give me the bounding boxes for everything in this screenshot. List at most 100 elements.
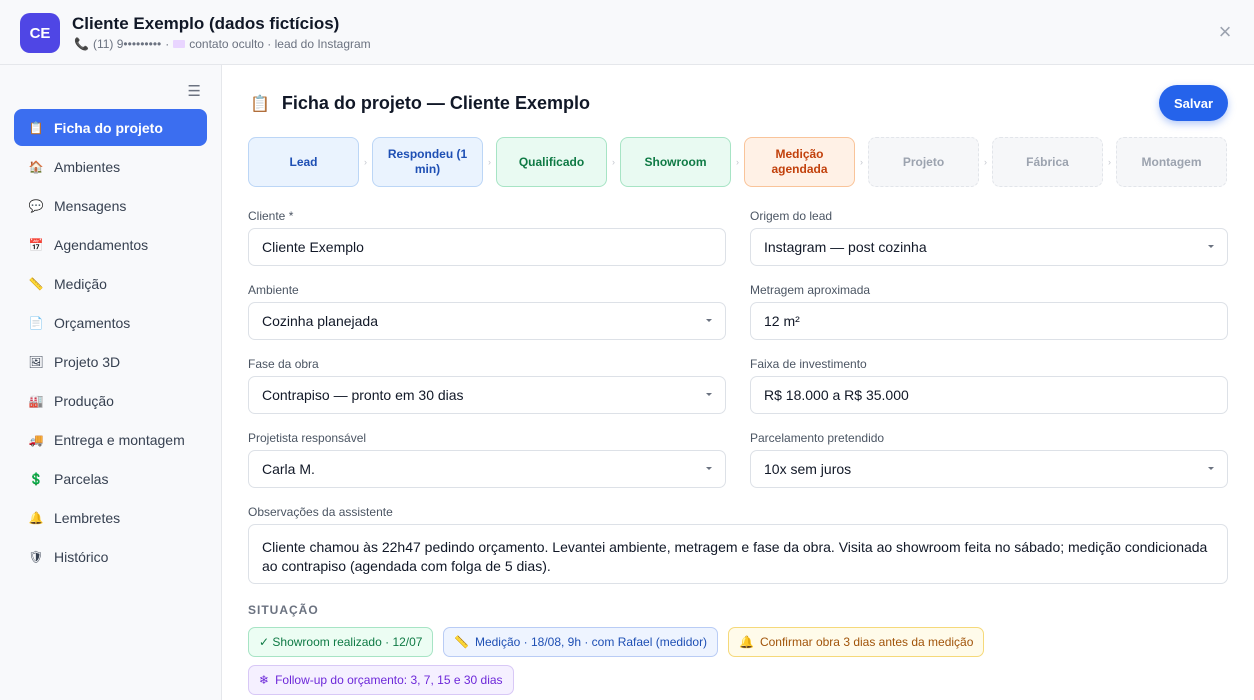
status-badge-follow-up: ❄ Follow-up do orçamento: 3, 7, 15 e 30 …	[248, 665, 514, 695]
chevron-right-icon: ›	[1108, 157, 1111, 167]
sidebar-item-label: Parcelas	[54, 470, 109, 487]
projetista-value: Carla M.	[262, 461, 315, 477]
stage-qualificado[interactable]: Qualificado	[496, 137, 607, 187]
sidebar-item-label: Medição	[54, 275, 107, 292]
bell-icon: 🔔	[28, 510, 44, 525]
modal-header: CE Cliente Exemplo (dados fictícios) 📞 (…	[0, 0, 1254, 65]
sidebar-item-entrega-e-montagem[interactable]: 🚚 Entrega e montagem	[14, 421, 207, 458]
page-title: 📋 Ficha do projeto — Cliente Exemplo	[250, 93, 590, 114]
chip-text: ✓ Showroom realizado · 12/07	[259, 635, 423, 649]
stage-medicao-agendada[interactable]: Medição agendada	[744, 137, 855, 187]
fase-value: Contrapiso — pronto em 30 dias	[262, 387, 464, 403]
metragem-label: Metragem aproximada	[750, 283, 871, 297]
chip-text: Confirmar obra 3 dias antes da medição	[759, 635, 974, 649]
cliente-input[interactable]: Cliente Exemplo	[248, 228, 726, 266]
client-subtitle: 📞 (11) 9••••••••• · contato oculto · lea…	[74, 37, 371, 51]
chevron-right-icon: ›	[364, 157, 367, 167]
chevron-right-icon: ›	[860, 157, 863, 167]
obs-textarea[interactable]: Cliente chamou às 22h47 pedindo orçament…	[248, 524, 1228, 584]
sidebar-item-label: Produção	[54, 392, 114, 409]
separator-dot: ·	[165, 37, 170, 51]
chevron-right-icon: ›	[736, 157, 739, 167]
main-content: 📋 Ficha do projeto — Cliente Exemplo Sal…	[222, 65, 1254, 700]
obs-label: Observações da assistente	[248, 505, 393, 519]
calendar-icon: 📅	[28, 237, 44, 252]
menu-icon[interactable]: ☰	[188, 82, 201, 100]
sidebar-item-orcamentos[interactable]: 📄 Orçamentos	[14, 304, 207, 341]
chevron-down-icon	[706, 467, 712, 470]
house-icon: 🏠	[28, 159, 44, 174]
close-icon[interactable]: ×	[1214, 21, 1236, 43]
parcelamento-label: Parcelamento pretendido	[750, 431, 885, 445]
ambiente-value: Cozinha planejada	[262, 313, 378, 329]
client-contact: contato oculto · lead do Instagram	[189, 37, 371, 51]
chevron-down-icon	[1208, 245, 1214, 248]
dollar-icon: 💲	[28, 471, 44, 486]
fase-select[interactable]: Contrapiso — pronto em 30 dias	[248, 376, 726, 414]
snowflake-icon: ❄	[259, 673, 270, 687]
parcelamento-select[interactable]: 10x sem juros	[750, 450, 1228, 488]
stage-showroom[interactable]: Showroom	[620, 137, 731, 187]
chevron-right-icon: ›	[488, 157, 491, 167]
avatar: CE	[20, 13, 60, 53]
sidebar-item-historico[interactable]: 🛡 Histórico	[14, 538, 207, 575]
sidebar-item-ambientes[interactable]: 🏠 Ambientes	[14, 148, 207, 185]
sidebar-item-mensagens[interactable]: 💬 Mensagens	[14, 187, 207, 224]
sidebar-item-label: Lembretes	[54, 509, 121, 526]
client-title: Cliente Exemplo (dados fictícios)	[72, 14, 340, 33]
stage-lead[interactable]: Lead	[248, 137, 359, 187]
situacao-title: SITUAÇÃO	[248, 603, 319, 617]
sidebar-item-medicao[interactable]: 📏 Medição	[14, 265, 207, 302]
parcelamento-value: 10x sem juros	[764, 461, 852, 477]
chevron-down-icon	[1208, 467, 1214, 470]
picture-icon: 🖼	[28, 354, 44, 369]
chevron-right-icon: ›	[612, 157, 615, 167]
sidebar-item-parcelas[interactable]: 💲 Parcelas	[14, 460, 207, 497]
metragem-input[interactable]: 12 m²	[750, 302, 1228, 340]
sidebar-item-ficha-do-projeto[interactable]: 📋 Ficha do projeto	[14, 109, 207, 146]
sidebar-item-projeto-3d[interactable]: 🖼 Projeto 3D	[14, 343, 207, 380]
page-title-text: Ficha do projeto — Cliente Exemplo	[281, 93, 590, 113]
projetista-label: Projetista responsável	[248, 431, 367, 445]
sidebar-item-producao[interactable]: 🏭 Produção	[14, 382, 207, 419]
status-badge-showroom: ✓ Showroom realizado · 12/07	[248, 627, 434, 657]
stage-respondeu[interactable]: Respondeu (1 min)	[372, 137, 483, 187]
cliente-label: Cliente *	[248, 209, 294, 223]
mail-icon	[173, 40, 186, 48]
origem-value: Instagram — post cozinha	[764, 239, 927, 255]
stage-projeto[interactable]: Projeto	[868, 137, 979, 187]
ruler-icon: 📏	[454, 635, 469, 649]
sidebar-item-label: Agendamentos	[54, 236, 149, 253]
stage-montagem[interactable]: Montagem	[1116, 137, 1227, 187]
sidebar-item-label: Projeto 3D	[54, 353, 121, 370]
save-button[interactable]: Salvar	[1159, 85, 1228, 121]
fase-label: Fase da obra	[248, 357, 319, 371]
chevron-down-icon	[706, 319, 712, 322]
status-badge-medicao: 📏 Medição · 18/08, 9h · com Rafael (medi…	[443, 627, 719, 657]
status-badge-confirmar-obra: 🔔 Confirmar obra 3 dias antes da medição	[728, 627, 985, 657]
ambiente-select[interactable]: Cozinha planejada	[248, 302, 726, 340]
chip-text: Follow-up do orçamento: 3, 7, 15 e 30 di…	[275, 673, 503, 687]
sidebar-item-label: Ficha do projeto	[54, 119, 163, 136]
chevron-down-icon	[706, 393, 712, 396]
client-phone: (11) 9•••••••••	[92, 37, 162, 51]
stage-fabrica[interactable]: Fábrica	[992, 137, 1103, 187]
projetista-select[interactable]: Carla M.	[248, 450, 726, 488]
chat-bubble-icon: 💬	[28, 198, 44, 213]
ruler-icon: 📏	[28, 276, 44, 291]
clipboard-icon: 📋	[28, 120, 44, 135]
origem-select[interactable]: Instagram — post cozinha	[750, 228, 1228, 266]
origem-label: Origem do lead	[750, 209, 833, 223]
sidebar-item-lembretes[interactable]: 🔔 Lembretes	[14, 499, 207, 536]
factory-icon: 🏭	[28, 393, 44, 408]
chip-text: Medição · 18/08, 9h · com Rafael (medido…	[474, 635, 708, 649]
faixa-input[interactable]: R$ 18.000 a R$ 35.000	[750, 376, 1228, 414]
document-icon: 📄	[28, 315, 44, 330]
chevron-right-icon: ›	[984, 157, 987, 167]
sidebar-item-agendamentos[interactable]: 📅 Agendamentos	[14, 226, 207, 263]
ambiente-label: Ambiente	[248, 283, 299, 297]
sidebar-item-label: Histórico	[54, 548, 109, 565]
sidebar-item-label: Orçamentos	[54, 314, 131, 331]
clipboard-icon: 📋	[250, 95, 270, 113]
phone-icon: 📞	[74, 37, 89, 51]
